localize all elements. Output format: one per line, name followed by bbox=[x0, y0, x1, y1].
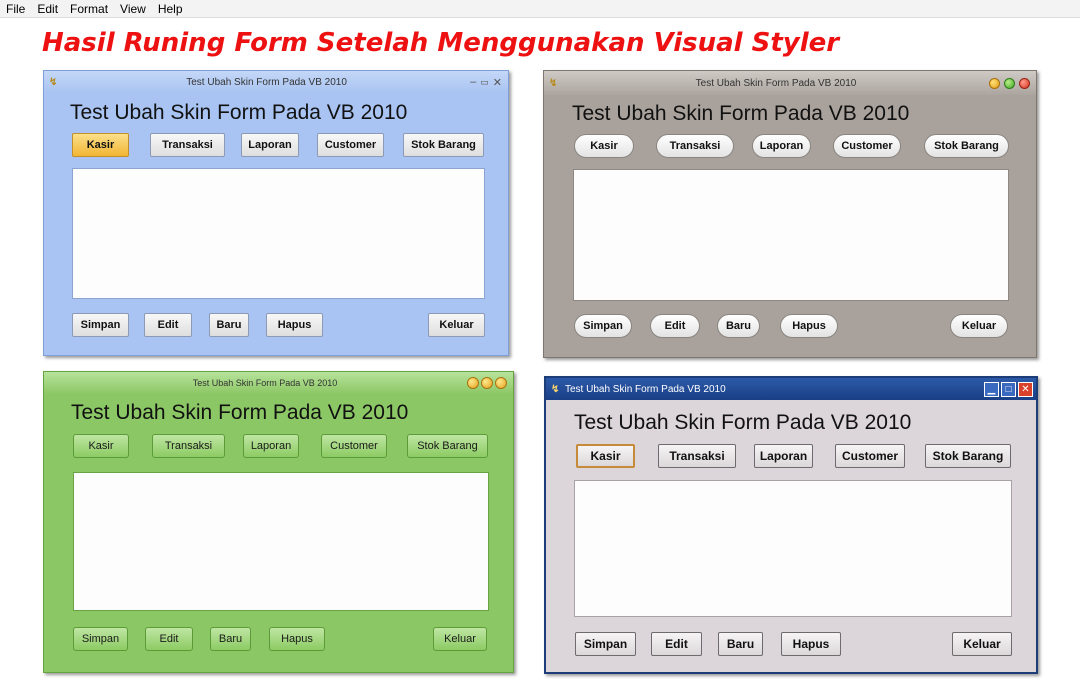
simpan-button[interactable]: Simpan bbox=[72, 313, 129, 337]
edit-button[interactable]: Edit bbox=[650, 314, 700, 338]
page-headline: Hasil Runing Form Setelah Menggunakan Vi… bbox=[42, 28, 840, 58]
transaksi-button[interactable]: Transaksi bbox=[150, 133, 225, 157]
transaksi-button[interactable]: Transaksi bbox=[658, 444, 736, 468]
kasir-button[interactable]: Kasir bbox=[574, 134, 634, 158]
content-panel bbox=[574, 480, 1012, 617]
window-caption: Test Ubah Skin Form Pada VB 2010 bbox=[695, 77, 857, 89]
vb-app-icon: ↯ bbox=[549, 77, 558, 89]
form-title: Test Ubah Skin Form Pada VB 2010 bbox=[71, 401, 409, 424]
vb-app-icon: ↯ bbox=[551, 383, 560, 395]
edit-button[interactable]: Edit bbox=[145, 627, 193, 651]
content-panel bbox=[573, 169, 1009, 301]
hapus-button[interactable]: Hapus bbox=[781, 632, 841, 656]
maximize-icon[interactable] bbox=[481, 377, 493, 389]
keluar-button[interactable]: Keluar bbox=[950, 314, 1008, 338]
window-titlebar[interactable]: ↯ Test Ubah Skin Form Pada VB 2010 – ▭ ✕ bbox=[44, 71, 508, 93]
window-titlebar[interactable]: Test Ubah Skin Form Pada VB 2010 bbox=[44, 372, 513, 394]
maximize-icon[interactable]: ▭ bbox=[480, 77, 489, 88]
edit-button[interactable]: Edit bbox=[144, 313, 192, 337]
menu-format[interactable]: Format bbox=[64, 0, 114, 18]
window-titlebar[interactable]: ↯ Test Ubah Skin Form Pada VB 2010 bbox=[544, 71, 1036, 95]
window-caption: Test Ubah Skin Form Pada VB 2010 bbox=[186, 76, 347, 88]
keluar-button[interactable]: Keluar bbox=[952, 632, 1012, 656]
baru-button[interactable]: Baru bbox=[209, 313, 249, 337]
stok-barang-button[interactable]: Stok Barang bbox=[403, 133, 484, 157]
stok-barang-button[interactable]: Stok Barang bbox=[407, 434, 488, 458]
close-icon[interactable]: ✕ bbox=[493, 76, 502, 89]
transaksi-button[interactable]: Transaksi bbox=[152, 434, 225, 458]
keluar-button[interactable]: Keluar bbox=[428, 313, 485, 337]
laporan-button[interactable]: Laporan bbox=[243, 434, 299, 458]
menu-view[interactable]: View bbox=[114, 0, 152, 18]
minimize-icon[interactable] bbox=[467, 377, 479, 389]
hapus-button[interactable]: Hapus bbox=[780, 314, 838, 338]
form-title: Test Ubah Skin Form Pada VB 2010 bbox=[70, 101, 408, 124]
stok-barang-button[interactable]: Stok Barang bbox=[925, 444, 1011, 468]
menu-help[interactable]: Help bbox=[152, 0, 189, 18]
form-window-classic: ↯ Test Ubah Skin Form Pada VB 2010 ▁ □ ✕… bbox=[544, 376, 1038, 674]
minimize-icon[interactable] bbox=[989, 77, 1000, 89]
baru-button[interactable]: Baru bbox=[717, 314, 760, 338]
hapus-button[interactable]: Hapus bbox=[266, 313, 323, 337]
minimize-icon[interactable]: ▁ bbox=[984, 381, 999, 397]
form-title: Test Ubah Skin Form Pada VB 2010 bbox=[574, 411, 912, 434]
kasir-button[interactable]: Kasir bbox=[576, 444, 635, 468]
content-panel bbox=[73, 472, 489, 611]
edit-button[interactable]: Edit bbox=[651, 632, 702, 656]
window-caption: Test Ubah Skin Form Pada VB 2010 bbox=[192, 378, 338, 388]
stok-barang-button[interactable]: Stok Barang bbox=[924, 134, 1009, 158]
customer-button[interactable]: Customer bbox=[321, 434, 387, 458]
transaksi-button[interactable]: Transaksi bbox=[656, 134, 734, 158]
form-title: Test Ubah Skin Form Pada VB 2010 bbox=[572, 102, 910, 125]
customer-button[interactable]: Customer bbox=[317, 133, 384, 157]
window-caption: Test Ubah Skin Form Pada VB 2010 bbox=[565, 383, 726, 395]
menu-edit[interactable]: Edit bbox=[31, 0, 64, 18]
simpan-button[interactable]: Simpan bbox=[73, 627, 128, 651]
close-icon[interactable] bbox=[1019, 77, 1030, 89]
laporan-button[interactable]: Laporan bbox=[752, 134, 811, 158]
menu-file[interactable]: File bbox=[0, 0, 31, 18]
close-icon[interactable] bbox=[495, 377, 507, 389]
form-window-gray: ↯ Test Ubah Skin Form Pada VB 2010 Test … bbox=[543, 70, 1037, 358]
vb-app-icon: ↯ bbox=[49, 76, 58, 88]
customer-button[interactable]: Customer bbox=[835, 444, 905, 468]
kasir-button[interactable]: Kasir bbox=[73, 434, 129, 458]
menu-bar: File Edit Format View Help bbox=[0, 0, 1080, 18]
simpan-button[interactable]: Simpan bbox=[575, 632, 636, 656]
laporan-button[interactable]: Laporan bbox=[754, 444, 813, 468]
simpan-button[interactable]: Simpan bbox=[574, 314, 632, 338]
minimize-icon[interactable]: – bbox=[470, 76, 476, 88]
close-icon[interactable]: ✕ bbox=[1018, 381, 1033, 397]
form-window-blue: ↯ Test Ubah Skin Form Pada VB 2010 – ▭ ✕… bbox=[43, 70, 509, 356]
hapus-button[interactable]: Hapus bbox=[269, 627, 325, 651]
kasir-button[interactable]: Kasir bbox=[72, 133, 129, 157]
laporan-button[interactable]: Laporan bbox=[241, 133, 299, 157]
baru-button[interactable]: Baru bbox=[718, 632, 763, 656]
maximize-icon[interactable] bbox=[1004, 77, 1015, 89]
keluar-button[interactable]: Keluar bbox=[433, 627, 487, 651]
form-window-green: Test Ubah Skin Form Pada VB 2010 Test Ub… bbox=[43, 371, 514, 673]
maximize-icon[interactable]: □ bbox=[1001, 381, 1016, 397]
customer-button[interactable]: Customer bbox=[833, 134, 901, 158]
window-titlebar[interactable]: ↯ Test Ubah Skin Form Pada VB 2010 ▁ □ ✕ bbox=[546, 378, 1036, 400]
baru-button[interactable]: Baru bbox=[210, 627, 251, 651]
content-panel bbox=[72, 168, 485, 299]
